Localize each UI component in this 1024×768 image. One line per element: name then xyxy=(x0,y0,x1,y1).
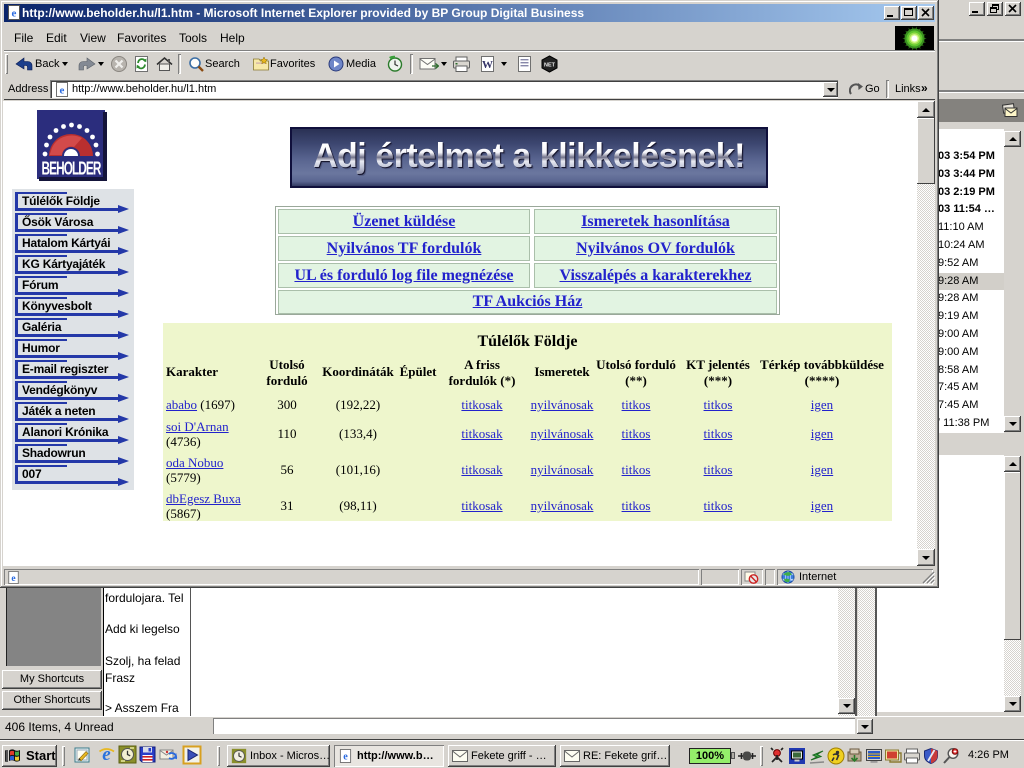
svg-text:BEHOLDER: BEHOLDER xyxy=(42,159,102,179)
svg-text:e: e xyxy=(12,8,17,20)
svg-text:e: e xyxy=(102,745,111,764)
svg-text:NET: NET xyxy=(544,63,556,69)
svg-text:e: e xyxy=(60,85,65,97)
svg-text:W: W xyxy=(482,59,493,71)
svg-text:e: e xyxy=(11,574,15,584)
svg-text:e: e xyxy=(343,752,348,763)
